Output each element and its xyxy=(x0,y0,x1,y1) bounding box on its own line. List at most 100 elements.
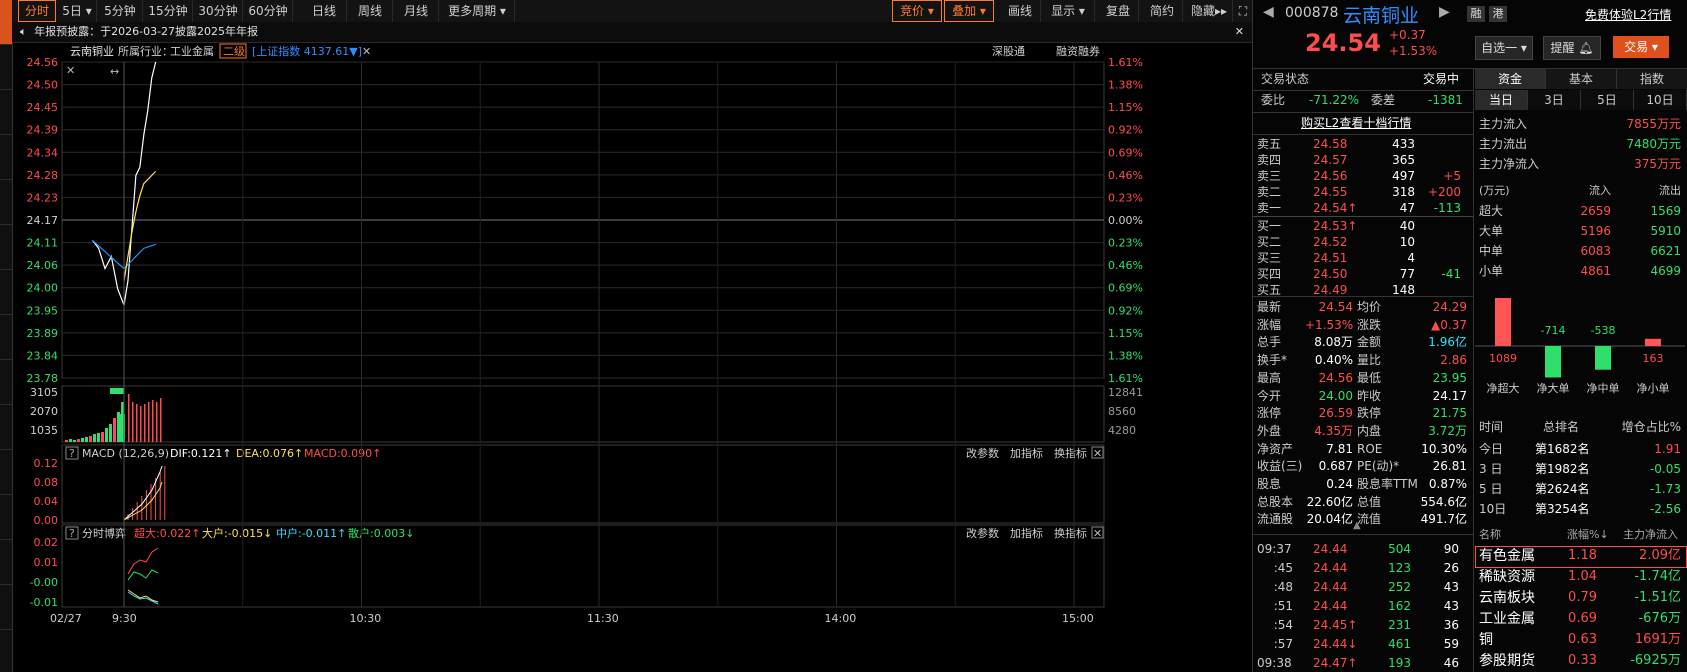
left-tab[interactable] xyxy=(0,405,12,450)
close-icon[interactable]: ✕ xyxy=(66,64,75,77)
draw-line-button[interactable]: 画线 xyxy=(1000,0,1041,22)
left-tab[interactable] xyxy=(0,360,12,405)
bid-volume: 10 xyxy=(1399,235,1415,249)
display-menu[interactable]: 显示 ▾ xyxy=(1042,0,1095,22)
collapse-icon[interactable]: ▲ xyxy=(1353,520,1361,531)
overlay-toggle[interactable]: 叠加 ▾ xyxy=(944,0,994,22)
stat-value: ▲0.37 xyxy=(1431,317,1467,332)
left-tab[interactable] xyxy=(0,180,12,225)
stat-value: 23.95 xyxy=(1432,370,1467,385)
more-periods-button[interactable]: 更多周期 ▾ xyxy=(440,0,515,22)
period-tab-monthly[interactable]: 月线 xyxy=(394,0,439,22)
left-tab[interactable] xyxy=(0,45,12,90)
close-icon[interactable]: ✕ xyxy=(1093,447,1102,460)
bid-price[interactable]: 24.52 xyxy=(1313,234,1347,250)
net-flow-label: 净中单 xyxy=(1587,381,1620,395)
ask-price[interactable]: 24.56 xyxy=(1313,168,1347,184)
rank-head-rank: 总排名 xyxy=(1543,420,1580,434)
ask-price[interactable]: 24.58 xyxy=(1313,136,1347,152)
macd-edit-params[interactable]: 改参数 xyxy=(966,446,999,460)
sector-name[interactable]: 工业金属 xyxy=(1479,610,1535,628)
left-tab[interactable] xyxy=(0,135,12,180)
period-tab-30min[interactable]: 30分钟 xyxy=(194,0,243,22)
next-stock-icon[interactable]: ▶ xyxy=(1439,4,1450,20)
left-tab[interactable] xyxy=(0,90,12,135)
time-tick-label: 15:00 xyxy=(1062,612,1094,625)
stat-label: 净资产 xyxy=(1257,441,1294,456)
close-icon[interactable]: ✕ xyxy=(1235,22,1244,42)
flow-subtab-2[interactable]: 5日 xyxy=(1581,90,1634,110)
period-tab-daily[interactable]: 日线 xyxy=(302,0,347,22)
flow-subtab-3[interactable]: 10日 xyxy=(1634,90,1687,110)
link-margin[interactable]: 融资融券 xyxy=(1056,44,1100,58)
sector-head-pct[interactable]: 涨幅%↓ xyxy=(1567,526,1609,544)
left-tab[interactable] xyxy=(0,315,12,360)
auction-toggle[interactable]: 竞价 ▾ xyxy=(892,0,942,22)
flow-subtab-1[interactable]: 3日 xyxy=(1528,90,1581,110)
flow-tab-1[interactable]: 基本 xyxy=(1546,69,1617,89)
period-tab-5day[interactable]: 5日 ▾ xyxy=(58,0,97,22)
left-tab-active[interactable] xyxy=(0,0,12,45)
ask-price[interactable]: 24.57 xyxy=(1313,152,1347,168)
left-tab[interactable] xyxy=(0,585,12,630)
watchlist-dropdown[interactable]: 自选一 ▾ xyxy=(1475,36,1533,60)
period-tab-intraday[interactable]: 分时 xyxy=(18,0,56,22)
period-tab-15min[interactable]: 15分钟 xyxy=(144,0,193,22)
replay-button[interactable]: 复盘 xyxy=(1098,0,1139,22)
period-tab-5min[interactable]: 5分钟 xyxy=(98,0,143,22)
macd-switch-indicator[interactable]: 换指标 xyxy=(1054,446,1087,460)
period-tab-60min[interactable]: 60分钟 xyxy=(244,0,293,22)
flow-row-label: 小单 xyxy=(1479,264,1504,278)
sector-name[interactable]: 云南板块 xyxy=(1479,589,1535,607)
simple-button[interactable]: 简约 xyxy=(1142,0,1183,22)
bid-price[interactable]: 24.53↑ xyxy=(1313,218,1357,234)
buy-l2-link[interactable]: 购买L2查看十档行情 xyxy=(1301,114,1411,132)
left-tab[interactable] xyxy=(0,270,12,315)
sector-name[interactable]: 铜 xyxy=(1479,631,1493,649)
close-icon[interactable]: ✕ xyxy=(1093,527,1102,540)
period-tab-weekly[interactable]: 周线 xyxy=(348,0,393,22)
help-icon[interactable]: ? xyxy=(69,447,75,460)
intraday-chart[interactable]: 云南铜业 所属行业： 工业金属 二级 [上证指数 4137.61▼] ✕ 深股通… xyxy=(12,42,1252,672)
sector-name[interactable]: 有色金属 xyxy=(1479,547,1535,565)
net-flow-bar xyxy=(1595,346,1611,370)
bid-price[interactable]: 24.50 xyxy=(1313,266,1347,282)
price-tick-label: 24.56 xyxy=(27,56,59,69)
index-quote[interactable]: [上证指数 4137.61▼] xyxy=(252,44,362,58)
industry-name[interactable]: 工业金属 xyxy=(170,44,214,58)
left-tab[interactable] xyxy=(0,540,12,585)
trade-status-value: 交易中 xyxy=(1423,72,1460,86)
volume-bar xyxy=(77,439,80,442)
sector-name[interactable]: 稀缺资源 xyxy=(1479,568,1535,586)
fullscreen-icon[interactable]: ⛶ xyxy=(1234,0,1253,22)
ask-price[interactable]: 24.55 xyxy=(1313,184,1347,200)
resize-handle-icon[interactable]: ↔ xyxy=(110,65,119,78)
link-shenguton[interactable]: 深股通 xyxy=(992,45,1025,58)
game-add-indicator[interactable]: 加指标 xyxy=(1010,526,1043,540)
game-switch-indicator[interactable]: 换指标 xyxy=(1054,526,1087,540)
help-icon[interactable]: ? xyxy=(69,527,75,540)
flow-subtab-0[interactable]: 当日 xyxy=(1475,90,1528,110)
announcement-text[interactable]: 年报预披露：于2026-03-27披露2025年年报 xyxy=(34,25,258,38)
bid-price[interactable]: 24.51 xyxy=(1313,250,1347,266)
tick-time: :45 xyxy=(1273,561,1293,575)
flow-tab-0[interactable]: 资金 xyxy=(1475,69,1546,89)
left-tab[interactable] xyxy=(0,495,12,540)
stat-label: 股息率TTM xyxy=(1357,477,1418,491)
close-icon[interactable]: ✕ xyxy=(362,45,371,58)
sector-name[interactable]: 参股期货 xyxy=(1479,652,1535,670)
left-tab[interactable] xyxy=(0,450,12,495)
ask-price[interactable]: 24.54↑ xyxy=(1313,200,1357,216)
alert-button[interactable]: 提醒 🔔︎ xyxy=(1543,36,1601,60)
game-edit-params[interactable]: 改参数 xyxy=(966,526,999,540)
free-l2-link[interactable]: 免费体验L2行情 xyxy=(1585,6,1671,23)
net-flow-label: 净超大 xyxy=(1487,381,1520,395)
stat-label: 今开 xyxy=(1257,388,1282,403)
flow-tab-2[interactable]: 指数 xyxy=(1617,69,1687,89)
macd-add-indicator[interactable]: 加指标 xyxy=(1010,446,1043,460)
hide-button[interactable]: 隐藏▸▸ xyxy=(1186,0,1233,22)
left-tab[interactable] xyxy=(0,225,12,270)
trade-button[interactable]: 交易 ▾ xyxy=(1613,36,1669,58)
prev-stock-icon[interactable]: ◀ xyxy=(1263,4,1274,20)
rank-period: 5 日 xyxy=(1479,482,1503,496)
